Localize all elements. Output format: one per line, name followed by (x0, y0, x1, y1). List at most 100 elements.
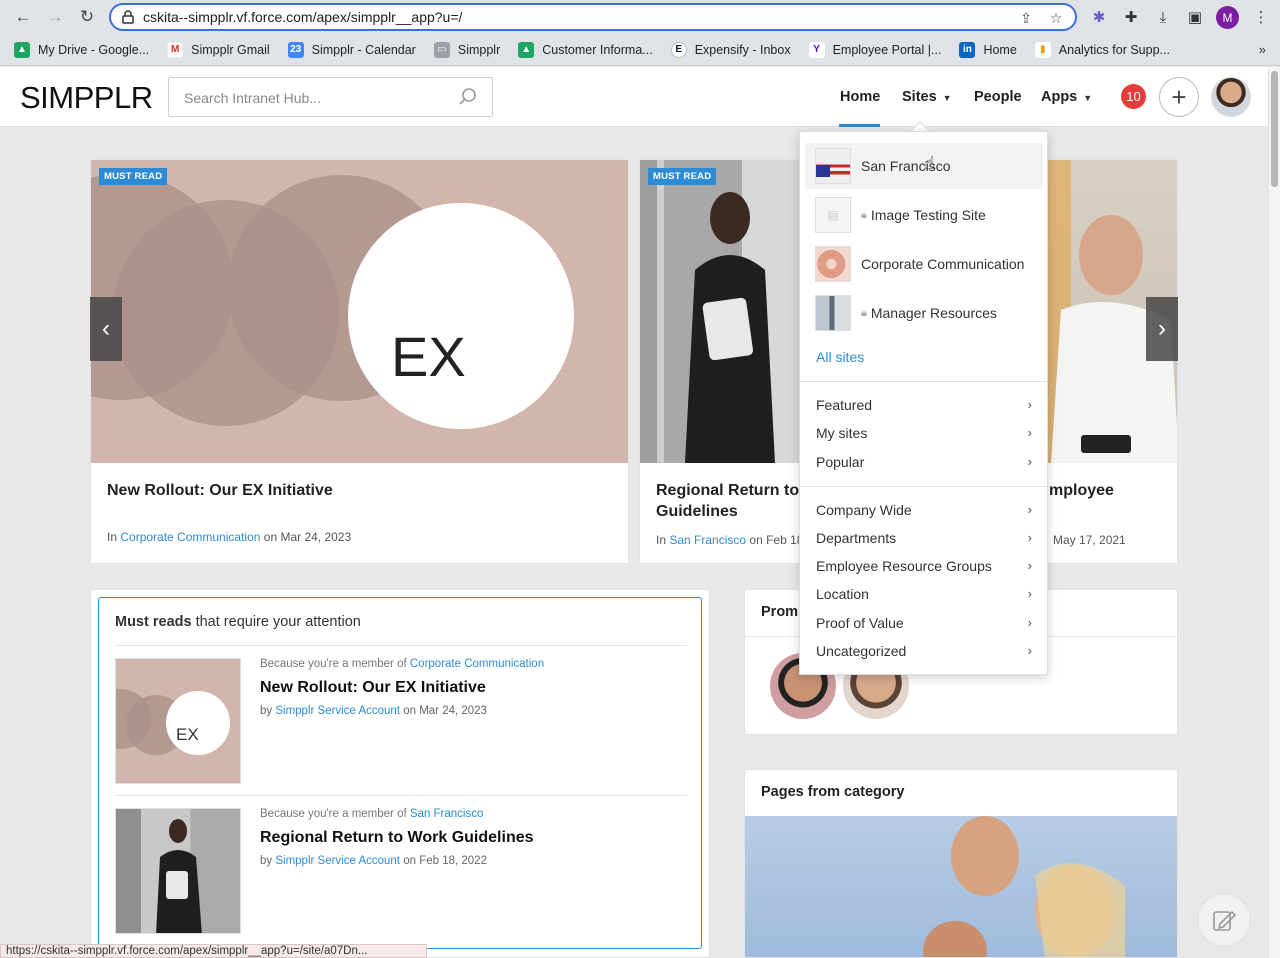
carousel-card[interactable]: EX MUST READ New Rollout: Our EX Initiat… (90, 159, 629, 564)
google-calendar-icon: 23 (287, 41, 304, 58)
site-link[interactable]: San Francisco (669, 533, 746, 547)
list-item-title[interactable]: Regional Return to Work Guidelines (260, 829, 534, 847)
bookmarks-overflow-button[interactable]: » (1259, 42, 1266, 57)
dropdown-site-corporate-communication[interactable]: Corporate Communication (805, 241, 1043, 287)
card-image (640, 160, 808, 463)
google-drive-icon: ▲ (14, 41, 30, 58)
card-meta: May 17, 2021 (1053, 533, 1126, 547)
list-item-reason: Because you're a member of Corporate Com… (260, 658, 545, 670)
search-input[interactable]: Search Intranet Hub... (168, 77, 493, 117)
address-bar[interactable]: cskita--simpplr.vf.force.com/apex/simppl… (109, 3, 1077, 31)
dropdown-category-location[interactable]: Location › (816, 586, 1032, 602)
chevron-right-icon: › (1027, 586, 1032, 601)
chevron-right-icon: › (1027, 397, 1032, 412)
site-thumbnail (815, 295, 851, 331)
chevron-right-icon: › (1027, 425, 1032, 440)
divider (115, 645, 687, 646)
divider (800, 381, 1047, 382)
dropdown-category-company-wide[interactable]: Company Wide › (816, 502, 1032, 518)
bookmark-expensify[interactable]: E Expensify - Inbox (670, 41, 791, 58)
author-link[interactable]: Simpplr Service Account (275, 705, 400, 717)
bookmark-calendar[interactable]: 23 Simpplr - Calendar (287, 41, 416, 58)
list-item-thumbnail[interactable] (115, 808, 241, 934)
page-scrollbar[interactable] (1268, 67, 1280, 958)
notification-badge[interactable]: 10 (1121, 84, 1146, 109)
yahoo-icon: Y (808, 41, 825, 58)
dropdown-site-image-testing[interactable]: ▤ 🔒︎ Image Testing Site (805, 192, 1043, 238)
carousel-card[interactable]: mployee May 17, 2021 (1040, 159, 1178, 564)
list-item-thumbnail[interactable]: EX (115, 658, 241, 784)
all-sites-link[interactable]: All sites (816, 349, 864, 365)
nav-people[interactable]: People (974, 89, 1022, 105)
dropdown-category-uncategorized[interactable]: Uncategorized › (816, 643, 1032, 659)
carousel-next-button[interactable]: › (1146, 297, 1178, 361)
card-image: EX (91, 160, 628, 463)
bookmark-gmail[interactable]: M Simpplr Gmail (167, 41, 270, 58)
list-item-byline: by Simpplr Service Account on Feb 18, 20… (260, 855, 487, 867)
author-link[interactable]: Simpplr Service Account (275, 855, 400, 867)
browser-profile-avatar[interactable]: M (1216, 6, 1239, 29)
dropdown-category-featured[interactable]: Featured › (816, 397, 1032, 413)
site-link[interactable]: Corporate Communication (120, 530, 260, 544)
bookmark-my-drive[interactable]: ▲ My Drive - Google... (14, 41, 149, 58)
category-image[interactable] (745, 816, 1177, 957)
chevron-right-icon: › (1027, 615, 1032, 630)
nav-sites[interactable]: Sites ▼ (902, 89, 952, 105)
folder-icon: ▭ (433, 41, 450, 58)
divider (800, 486, 1047, 487)
feedback-floating-button[interactable] (1197, 893, 1251, 947)
simpplr-logo[interactable]: SIMPPLR (20, 80, 153, 116)
bookmark-analytics[interactable]: ▮ Analytics for Supp... (1034, 41, 1170, 58)
dropdown-site-manager-resources[interactable]: 🔒︎ Manager Resources (805, 290, 1043, 336)
scrollbar-thumb[interactable] (1271, 71, 1278, 187)
ex-graphic-text: EX (391, 325, 466, 388)
dropdown-category-proof-of-value[interactable]: Proof of Value › (816, 615, 1032, 631)
search-icon[interactable] (458, 87, 478, 107)
site-link[interactable]: San Francisco (410, 808, 484, 820)
us-flag-icon (815, 148, 851, 184)
nav-home[interactable]: Home (840, 89, 880, 105)
ex-graphic-text: EX (176, 725, 199, 744)
reload-icon[interactable]: ↻ (76, 6, 98, 28)
dropdown-category-popular[interactable]: Popular › (816, 454, 1032, 470)
browser-menu-icon[interactable]: ⋮ (1250, 6, 1272, 28)
bookmark-simpplr-folder[interactable]: ▭ Simpplr (433, 41, 500, 58)
linkedin-icon: in (959, 41, 976, 58)
puzzle-icon[interactable]: ✚ (1120, 6, 1142, 28)
sidepanel-icon[interactable]: ▣ (1184, 6, 1206, 28)
nav-apps[interactable]: Apps ▼ (1041, 89, 1092, 105)
lock-icon: 🔒︎ (861, 306, 867, 319)
card-title[interactable]: mployee (1049, 480, 1114, 501)
site-link[interactable]: Corporate Communication (410, 658, 544, 670)
mouse-cursor-icon: ☝︎ (924, 153, 935, 173)
dropdown-category-my-sites[interactable]: My sites › (816, 425, 1032, 441)
avatar[interactable] (1211, 77, 1251, 117)
gmail-icon: M (167, 41, 184, 58)
list-item-title[interactable]: New Rollout: Our EX Initiative (260, 679, 486, 697)
extension-icon[interactable]: ✱ (1088, 6, 1110, 28)
widget-title: Pages from category (761, 784, 905, 800)
must-reads-heading: Must reads that require your attention (115, 614, 361, 630)
widget-title: Prom (761, 604, 799, 620)
share-icon[interactable]: ⇪ (1017, 9, 1035, 27)
site-info-icon[interactable] (121, 10, 135, 24)
list-item-byline: by Simpplr Service Account on Mar 24, 20… (260, 705, 487, 717)
create-button[interactable]: + (1159, 77, 1199, 117)
card-title[interactable]: Regional Return to W Guidelines (656, 480, 808, 522)
nav-active-indicator (839, 124, 880, 127)
dropdown-category-departments[interactable]: Departments › (816, 530, 1032, 546)
bookmark-home[interactable]: in Home (959, 41, 1017, 58)
dropdown-category-employee-resource-groups[interactable]: Employee Resource Groups › (816, 558, 1032, 574)
carousel-prev-button[interactable]: ‹ (90, 297, 122, 361)
sites-dropdown: San Francisco ▤ 🔒︎ Image Testing Site Co… (799, 131, 1048, 675)
forward-icon[interactable]: → (44, 6, 66, 28)
carousel-card[interactable]: MUST READ Regional Return to W Guidelines… (639, 159, 809, 564)
bookmark-customer-info[interactable]: ▲ Customer Informa... (518, 41, 653, 58)
card-title[interactable]: New Rollout: Our EX Initiative (107, 480, 333, 501)
bookmark-star-icon[interactable]: ☆ (1047, 9, 1065, 27)
download-icon[interactable]: ⤓ (1152, 6, 1174, 28)
chevron-down-icon: ▼ (1083, 93, 1093, 103)
back-icon[interactable]: ← (12, 6, 34, 28)
site-thumbnail (815, 246, 851, 282)
bookmark-employee-portal[interactable]: Y Employee Portal |... (808, 41, 941, 58)
